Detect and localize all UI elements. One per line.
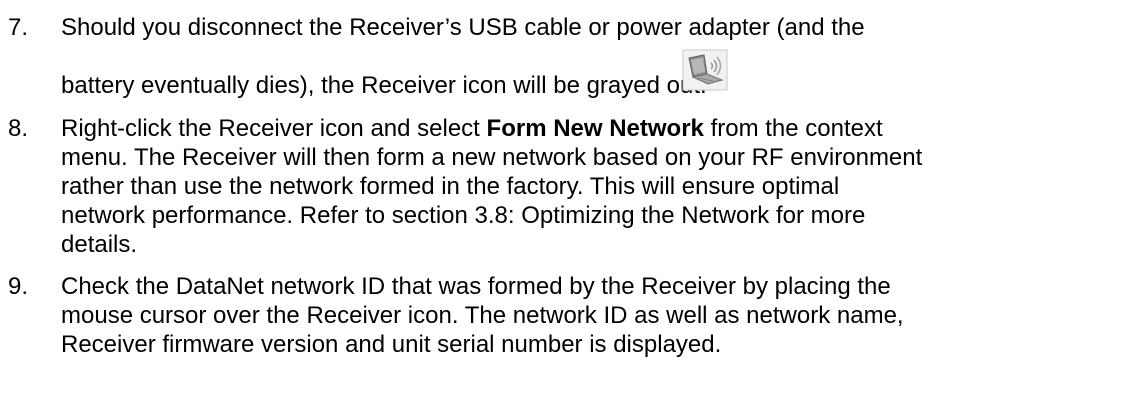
item-text-line: Right-click the Receiver icon and select… bbox=[61, 114, 883, 143]
item-text-line: mouse cursor over the Receiver icon. The… bbox=[61, 302, 904, 329]
menu-command-name: Form New Network bbox=[486, 115, 704, 142]
item-number: 7. bbox=[8, 14, 29, 41]
item-number: 8. bbox=[8, 115, 29, 142]
item-text-line: battery eventually dies), the Receiver i… bbox=[61, 72, 707, 99]
item-text-line: menu. The Receiver will then form a new … bbox=[61, 144, 923, 171]
item-text-segment: from the context bbox=[703, 115, 883, 142]
item-text-line: Check the DataNet network ID that was fo… bbox=[61, 273, 891, 300]
item-text-line: network performance. Refer to section 3.… bbox=[61, 202, 866, 229]
laptop-wireless-icon bbox=[682, 49, 728, 91]
receiver-icon-grayed bbox=[682, 49, 728, 91]
item-text-line: Should you disconnect the Receiver’s USB… bbox=[61, 14, 865, 41]
item-text-line: Receiver firmware version and unit seria… bbox=[61, 331, 722, 358]
item-number: 9. bbox=[8, 273, 29, 300]
item-text-line: rather than use the network formed in th… bbox=[61, 173, 840, 200]
item-text-segment: Right-click the Receiver icon and select bbox=[61, 115, 487, 142]
item-text-line: details. bbox=[61, 231, 138, 258]
